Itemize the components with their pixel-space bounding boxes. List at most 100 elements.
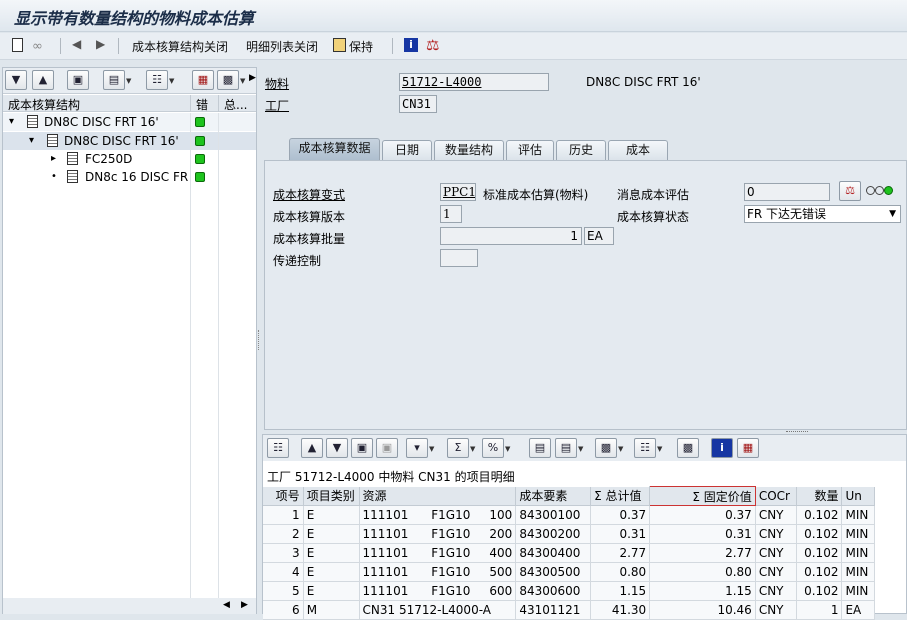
- scroll-right-icon[interactable]: ▶: [241, 600, 248, 610]
- pane-splitter[interactable]: [258, 330, 260, 350]
- chevron-down-icon[interactable]: ▼: [169, 70, 177, 90]
- transfer-control-label: 传递控制: [273, 254, 322, 268]
- find-next-icon[interactable]: ▣: [376, 438, 398, 458]
- material-field[interactable]: 51712-L4000: [399, 73, 549, 91]
- tab-history[interactable]: 历史: [556, 140, 606, 160]
- chevron-down-icon[interactable]: ▼: [578, 438, 586, 458]
- costing-lot-size-field[interactable]: 1: [440, 227, 582, 245]
- table-row[interactable]: 1 E 111101 F1G10 100 84300100 0.37 0.37 …: [263, 505, 875, 525]
- expand-icon[interactable]: ▼: [5, 70, 27, 90]
- table-row[interactable]: 5 E 111101 F1G10 600 84300600 1.15 1.15 …: [263, 581, 875, 601]
- table-row[interactable]: 6 M CN31 51712-L4000-A 43101121 41.30 10…: [263, 600, 875, 620]
- graphic-icon[interactable]: ▩: [677, 438, 699, 458]
- export-icon[interactable]: ▩: [595, 438, 617, 458]
- transfer-control-field[interactable]: [440, 249, 478, 267]
- sort-descending-icon[interactable]: ▼: [326, 438, 348, 458]
- column-header-structure[interactable]: 成本核算结构: [8, 96, 80, 113]
- expand-node-icon[interactable]: ▾: [9, 113, 14, 131]
- sum-icon[interactable]: Σ: [447, 438, 469, 458]
- costing-variant-field[interactable]: PPC1: [440, 183, 476, 201]
- column-header-error[interactable]: 错: [196, 96, 208, 113]
- chevron-down-icon[interactable]: ▼: [505, 438, 513, 458]
- tab-costs[interactable]: 成本: [608, 140, 668, 160]
- info-icon[interactable]: i: [404, 38, 418, 52]
- find-icon[interactable]: ▣: [67, 70, 89, 90]
- tab-valuation[interactable]: 评估: [506, 140, 554, 160]
- collapse-icon[interactable]: ▲: [32, 70, 54, 90]
- expand-node-icon[interactable]: ▸: [51, 150, 56, 168]
- column-header-cost-element[interactable]: 成本要素: [515, 486, 592, 506]
- column-header-fixed-value[interactable]: Σ 固定价值: [649, 486, 756, 506]
- costing-item-icon: [67, 170, 78, 183]
- layout-icon[interactable]: ☷: [634, 438, 656, 458]
- itemization-off-button[interactable]: 明细列表关闭: [246, 37, 318, 57]
- calculator-icon[interactable]: ▦: [192, 70, 214, 90]
- costing-structure-off-button[interactable]: 成本核算结构关闭: [132, 37, 228, 57]
- message-costing-label: 消息成本评估: [617, 188, 690, 202]
- filter-icon[interactable]: ▾: [406, 438, 428, 458]
- cell-category: M: [303, 600, 360, 620]
- chevron-down-icon[interactable]: ▼: [240, 70, 248, 90]
- scroll-right-icon[interactable]: ▶: [249, 73, 256, 83]
- expand-node-icon[interactable]: ▾: [29, 132, 34, 150]
- status-light-icon: [195, 136, 205, 146]
- export-icon[interactable]: ▩: [217, 70, 239, 90]
- column-header-total-value[interactable]: Σ 总计值: [590, 486, 651, 506]
- lot-unit-field[interactable]: EA: [584, 227, 614, 245]
- next-icon[interactable]: ▶: [96, 37, 105, 51]
- cost-display-icon[interactable]: ⚖: [426, 36, 439, 54]
- chevron-down-icon[interactable]: ▼: [657, 438, 665, 458]
- previous-icon[interactable]: ◀: [72, 37, 81, 51]
- chevron-down-icon[interactable]: ▼: [126, 70, 134, 90]
- column-header-total[interactable]: 总...: [224, 96, 247, 113]
- chevron-down-icon[interactable]: ▼: [889, 206, 896, 222]
- column-header-quantity[interactable]: 数量: [796, 486, 843, 506]
- cell-category: E: [303, 505, 360, 525]
- costing-messages-icon[interactable]: ⚖: [839, 181, 861, 201]
- calculator-icon[interactable]: ▦: [737, 438, 759, 458]
- subtotal-icon[interactable]: %: [482, 438, 504, 458]
- column-header-currency[interactable]: COCr: [755, 486, 798, 506]
- tab-costing-data[interactable]: 成本核算数据: [289, 138, 380, 160]
- costing-item-icon: [27, 115, 38, 128]
- horizontal-scrollbar[interactable]: ◀ ▶: [3, 598, 256, 614]
- table-row[interactable]: 3 E 111101 F1G10 400 84300400 2.77 2.77 …: [263, 543, 875, 563]
- table-row[interactable]: 4 E 111101 F1G10 500 84300500 0.80 0.80 …: [263, 562, 875, 582]
- application-toolbar: ∞ ◀ ▶ 成本核算结构关闭 明细列表关闭 保持 i ⚖: [0, 33, 907, 60]
- cell-currency: CNY: [755, 543, 798, 563]
- cell-cost-element: 84300100: [515, 505, 592, 525]
- cell-total-value: 1.15: [590, 581, 651, 601]
- views-icon[interactable]: ▤: [555, 438, 577, 458]
- chevron-down-icon[interactable]: ▼: [429, 438, 437, 458]
- sort-ascending-icon[interactable]: ▲: [301, 438, 323, 458]
- cell-currency: CNY: [755, 562, 798, 582]
- table-row[interactable]: 2 E 111101 F1G10 200 84300200 0.31 0.31 …: [263, 524, 875, 544]
- column-header-unit[interactable]: Un: [841, 486, 875, 506]
- print-preview-icon[interactable]: ▤: [529, 438, 551, 458]
- traffic-light-icon: [866, 186, 894, 198]
- costing-variant-label: 成本核算变式: [273, 188, 346, 202]
- column-header-item-category[interactable]: 项目类别: [303, 486, 360, 506]
- keep-icon[interactable]: [333, 38, 346, 52]
- info-icon[interactable]: i: [711, 438, 733, 458]
- column-header-resource[interactable]: 资源: [359, 486, 517, 506]
- new-document-icon[interactable]: [12, 38, 23, 52]
- resize-handle[interactable]: [786, 431, 808, 433]
- costing-status-select[interactable]: FR 下达无错误 ▼: [744, 205, 901, 223]
- print-icon[interactable]: ▤: [103, 70, 125, 90]
- column-header-item[interactable]: 项号: [263, 486, 304, 506]
- chevron-down-icon[interactable]: ▼: [470, 438, 478, 458]
- tab-dates[interactable]: 日期: [382, 140, 432, 160]
- leaf-node-icon: •: [51, 171, 57, 182]
- chevron-down-icon[interactable]: ▼: [618, 438, 626, 458]
- tab-qty-structure[interactable]: 数量结构: [434, 140, 504, 160]
- keep-button[interactable]: 保持: [349, 37, 373, 57]
- plant-field[interactable]: CN31: [399, 95, 437, 113]
- find-icon[interactable]: ▣: [351, 438, 373, 458]
- layout-icon[interactable]: ☷: [146, 70, 168, 90]
- costing-version-field[interactable]: 1: [440, 205, 462, 223]
- message-costing-field[interactable]: 0: [744, 183, 830, 201]
- details-icon[interactable]: ☷: [267, 438, 289, 458]
- scroll-left-icon[interactable]: ◀: [223, 600, 230, 610]
- other-object-icon[interactable]: ∞: [32, 39, 43, 54]
